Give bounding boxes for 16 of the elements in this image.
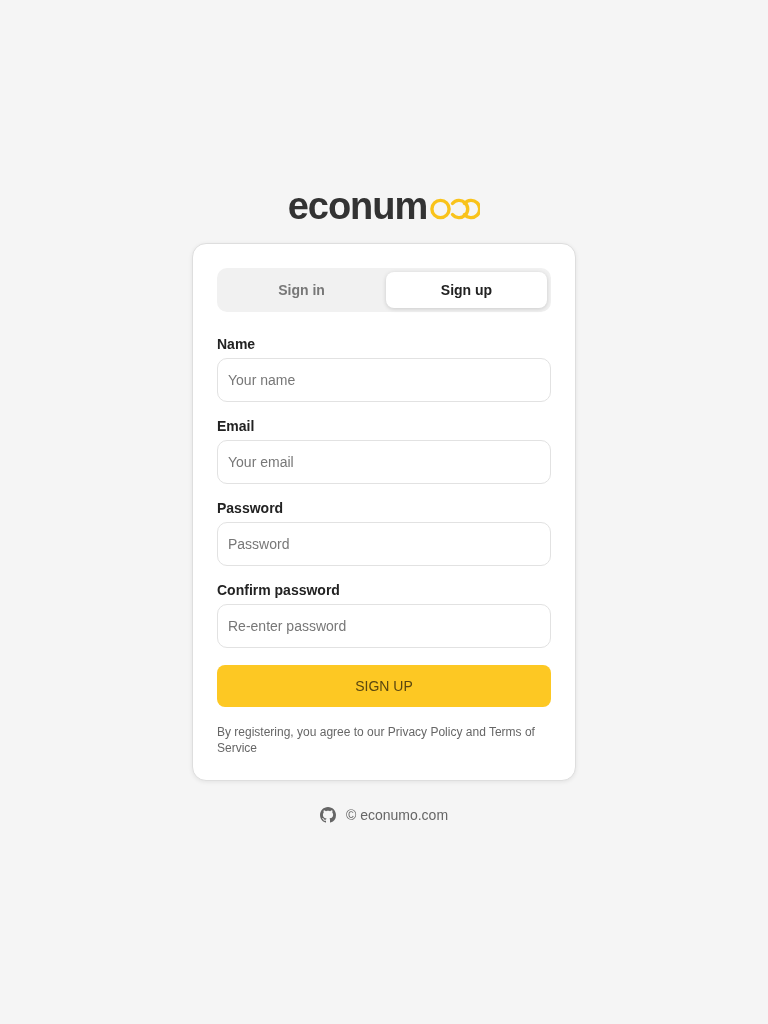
- tab[interactable]: Sign in: [221, 272, 382, 308]
- copyright-text: © econumo.com: [345, 806, 449, 825]
- input-field[interactable]: Re-enter password: [217, 604, 551, 648]
- field-label: Name: [217, 335, 256, 353]
- field-label: Email: [217, 417, 255, 435]
- input-field[interactable]: Password: [217, 522, 551, 566]
- field-label: Confirm password: [217, 581, 340, 599]
- tab[interactable]: Sign up: [386, 272, 547, 308]
- submit-button[interactable]: SIGN UP: [217, 665, 551, 707]
- input-field[interactable]: Your email: [217, 440, 551, 484]
- field-label: Password: [217, 499, 284, 517]
- logo-rings-icon: [430, 198, 481, 220]
- logo-text: econum: [287, 187, 428, 225]
- github-icon[interactable]: [319, 807, 336, 823]
- input-field[interactable]: Your name: [217, 358, 551, 402]
- terms-note: By registering, you agree to our Privacy Policy and Terms of Service: [217, 724, 536, 756]
